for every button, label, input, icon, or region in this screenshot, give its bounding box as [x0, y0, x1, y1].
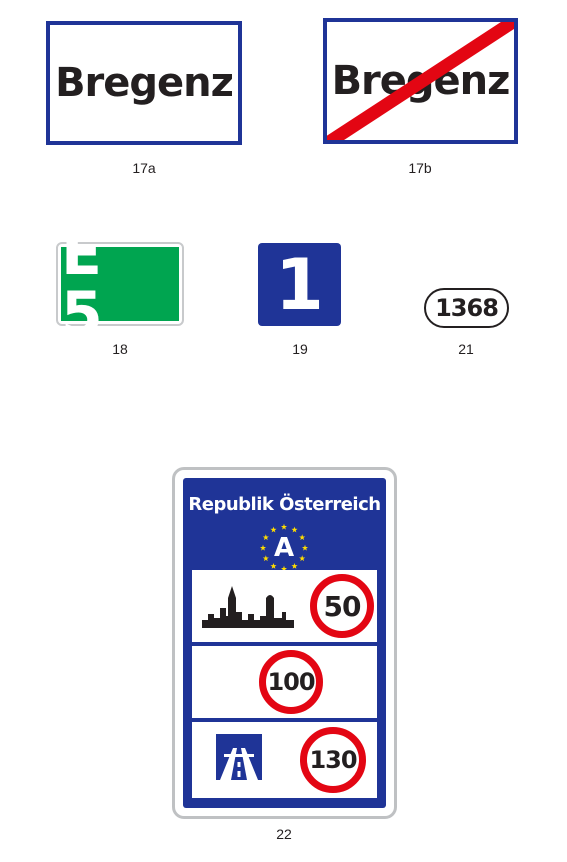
- caption-18: 18: [112, 341, 128, 357]
- speed-limit-100-sign: 100: [259, 650, 323, 714]
- country-name: Republik Österreich: [188, 494, 381, 515]
- national-border-sign: Republik Österreich A 50 100 130: [172, 467, 397, 819]
- european-route-number: E 5: [61, 224, 179, 344]
- border-sign-field: Republik Österreich A 50 100 130: [183, 478, 386, 808]
- caption-22: 22: [276, 826, 292, 842]
- speed-limit-50-sign: 50: [310, 574, 374, 638]
- urban-limit-value: 50: [323, 589, 362, 623]
- country-code: A: [273, 533, 295, 563]
- rural-limit-panel: 100: [192, 646, 377, 718]
- route-number-sign: 1: [258, 243, 341, 326]
- caption-17b: 17b: [408, 160, 432, 176]
- road-number: 1368: [435, 294, 499, 322]
- caption-21: 21: [458, 341, 474, 357]
- road-number-sign: 1368: [424, 288, 509, 328]
- speed-limit-130-sign: 130: [300, 727, 366, 793]
- caption-19: 19: [292, 341, 308, 357]
- motorway-icon: [216, 734, 262, 780]
- motorway-limit-value: 130: [309, 746, 357, 774]
- town-entry-sign: Bregenz: [46, 21, 242, 145]
- caption-17a: 17a: [132, 160, 156, 176]
- town-silhouette-icon: [202, 586, 294, 628]
- rural-limit-value: 100: [267, 668, 315, 696]
- european-route-sign: E 5: [56, 224, 184, 344]
- exit-strike-line: [327, 22, 514, 140]
- route-number: 1: [275, 243, 324, 326]
- town-entry-name: Bregenz: [55, 60, 234, 106]
- urban-limit-panel: 50: [192, 570, 377, 642]
- town-exit-sign: Bregenz: [323, 18, 518, 144]
- motorway-limit-panel: 130: [192, 722, 377, 798]
